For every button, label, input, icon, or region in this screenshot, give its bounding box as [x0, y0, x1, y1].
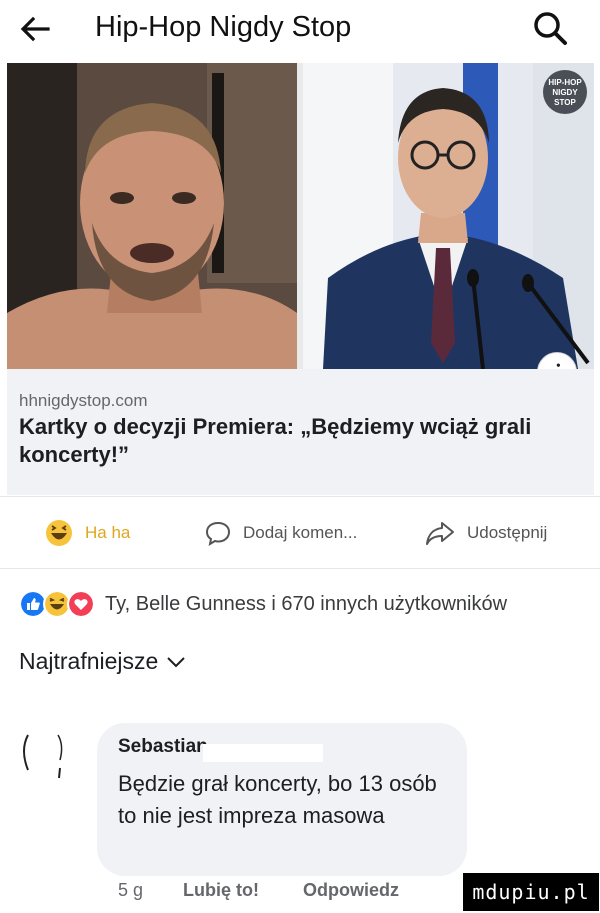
- comment-bubble-icon: [205, 521, 231, 546]
- haha-label: Ha ha: [85, 523, 131, 542]
- comment-timestamp[interactable]: 5 g: [118, 880, 143, 901]
- comment-text: Będzie grał koncerty, bo 13 osób to nie …: [118, 771, 437, 828]
- share-arrow-icon: [426, 522, 454, 545]
- share-label: Udostępnij: [467, 523, 548, 542]
- search-icon[interactable]: [530, 8, 570, 48]
- watermark: mdupiu.pl: [463, 873, 599, 911]
- haha-reaction-button[interactable]: Ha ha: [45, 516, 130, 550]
- hip-hop-nigdy-stop-logo-icon: HIP-HOP NIGDY STOP: [543, 70, 587, 114]
- share-button[interactable]: Udostępnij: [425, 516, 547, 550]
- chevron-down-icon: [167, 656, 186, 667]
- svg-text:NIGDY: NIGDY: [552, 88, 578, 97]
- add-comment-button[interactable]: Dodaj komen...: [205, 516, 357, 550]
- svg-text:STOP: STOP: [554, 98, 576, 107]
- comment-reply-button[interactable]: Odpowiedz: [303, 880, 399, 901]
- haha-emoji-icon: [46, 520, 72, 546]
- add-comment-label: Dodaj komen...: [243, 523, 358, 542]
- photo-politician-suit: HIP-HOP NIGDY STOP: [303, 63, 594, 369]
- divider: [0, 496, 600, 497]
- watermark-text: mdupiu.pl: [472, 880, 590, 904]
- page-title: Hip-Hop Nigdy Stop: [95, 11, 352, 43]
- app-header: Hip-Hop Nigdy Stop: [0, 0, 600, 62]
- comment-like-button[interactable]: Lubię to!: [183, 880, 259, 901]
- link-domain: hhnigdystop.com: [19, 391, 148, 410]
- love-icon: [67, 590, 95, 618]
- photo-man-shirtless: [7, 63, 297, 369]
- redacted-name-mark: [203, 744, 323, 762]
- comment-sort-dropdown[interactable]: Najtrafniejsze: [19, 648, 186, 675]
- svg-text:HIP-HOP: HIP-HOP: [548, 78, 582, 87]
- avatar[interactable]: [18, 730, 68, 790]
- comment-author[interactable]: Sebastian: [118, 736, 208, 758]
- back-arrow-icon[interactable]: [18, 14, 52, 44]
- sort-label: Najtrafniejsze: [19, 648, 159, 674]
- link-headline[interactable]: Kartky o decyzji Premiera: „Będziemy wci…: [19, 413, 559, 469]
- link-preview-image[interactable]: HIP-HOP NIGDY STOP: [7, 63, 594, 369]
- reactions-text: Ty, Belle Gunness i 670 innych użytkowni…: [105, 592, 508, 615]
- divider: [0, 568, 600, 569]
- reactions-summary[interactable]: Ty, Belle Gunness i 670 innych użytkowni…: [19, 589, 507, 619]
